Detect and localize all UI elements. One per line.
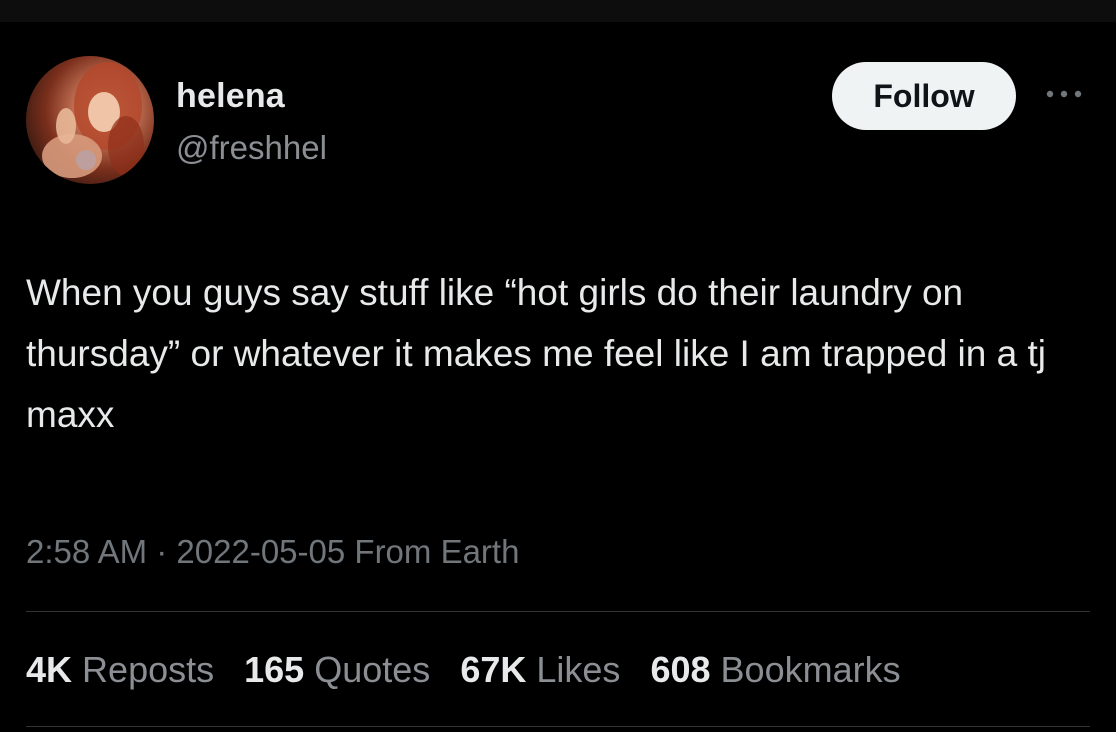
stat-label: Reposts xyxy=(82,649,215,690)
tweet-time[interactable]: 2:58 AM xyxy=(26,533,147,570)
more-horizontal-icon[interactable] xyxy=(1044,86,1084,102)
stat-bookmarks[interactable]: 608 Bookmarks xyxy=(650,646,900,694)
divider xyxy=(26,726,1090,727)
avatar[interactable] xyxy=(26,56,154,184)
stat-label: Bookmarks xyxy=(720,649,901,690)
stat-quotes[interactable]: 165 Quotes xyxy=(244,646,430,694)
meta-separator: · xyxy=(156,533,168,570)
tweet-source: From Earth xyxy=(354,533,520,570)
stat-label: Likes xyxy=(536,649,621,690)
tweet-date[interactable]: 2022-05-05 xyxy=(176,533,345,570)
engagement-stats: 4K Reposts 165 Quotes 67K Likes 608 Book… xyxy=(26,646,921,694)
avatar-image xyxy=(42,62,144,178)
display-name[interactable]: helena xyxy=(176,76,285,116)
stat-count: 608 xyxy=(650,649,711,690)
follow-button[interactable]: Follow xyxy=(832,62,1016,130)
user-handle[interactable]: @freshhel xyxy=(176,128,327,168)
stat-count: 165 xyxy=(244,649,305,690)
stat-count: 4K xyxy=(26,649,73,690)
stat-reposts[interactable]: 4K Reposts xyxy=(26,646,214,694)
stat-label: Quotes xyxy=(314,649,431,690)
tweet-text: When you guys say stuff like “hot girls … xyxy=(26,272,1046,435)
divider xyxy=(26,611,1090,612)
tweet-metadata: 2:58 AM · 2022-05-05 From Earth xyxy=(26,530,519,574)
stat-count: 67K xyxy=(460,649,527,690)
stat-likes[interactable]: 67K Likes xyxy=(460,646,620,694)
tweet-card: helena @freshhel Follow When you guys sa… xyxy=(0,0,1116,732)
